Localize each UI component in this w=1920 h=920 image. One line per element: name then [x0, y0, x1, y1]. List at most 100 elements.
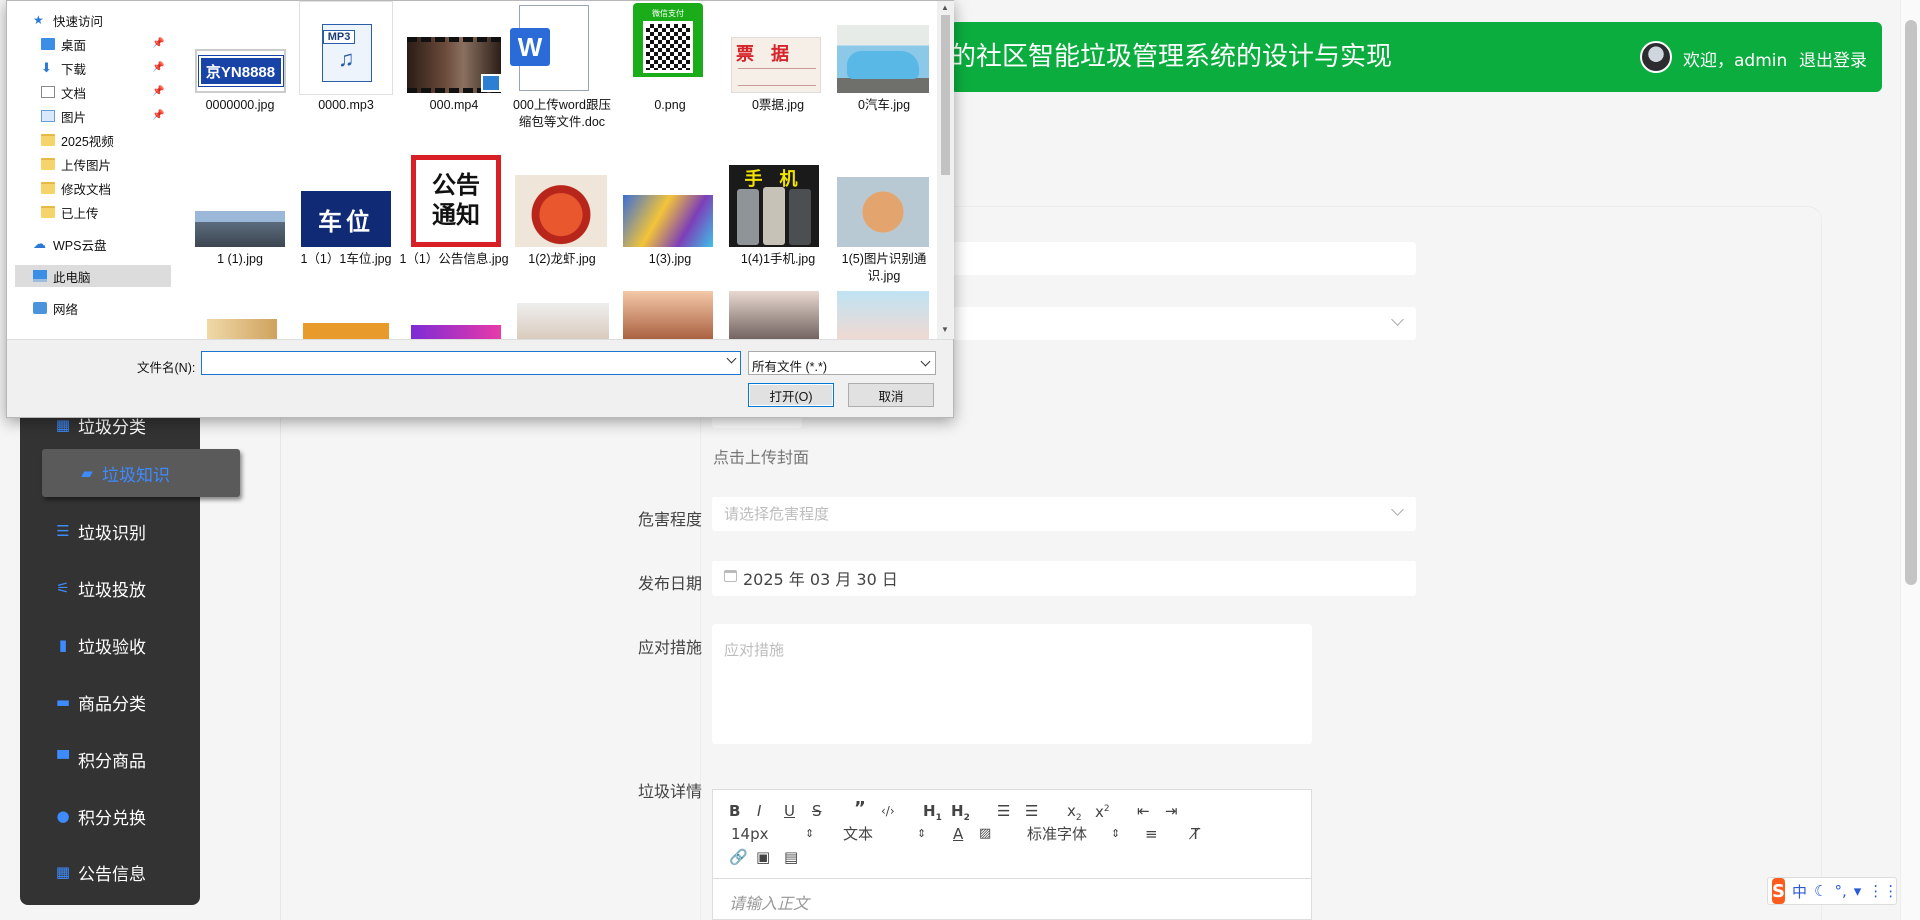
tree-item-folder[interactable]: 2025视频 — [41, 129, 114, 151]
file-thumb-city[interactable] — [195, 211, 285, 247]
file-thumb[interactable] — [729, 291, 819, 339]
ime-lang[interactable]: 中 — [1792, 881, 1807, 902]
upload-cover-text[interactable]: 点击上传封面 — [713, 444, 809, 468]
file-name[interactable]: 1(4)1手机.jpg — [723, 251, 833, 268]
h1-button[interactable]: H1 — [923, 802, 942, 827]
page-scrollbar-thumb[interactable] — [1905, 20, 1917, 585]
tree-item-network[interactable]: 网络 — [33, 297, 78, 319]
rich-text-editor[interactable]: B I U S ” ‹/› H1 H2 ☰ ☰ x2 x2 ⇤ ⇥ 14px ⇕… — [712, 789, 1312, 920]
file-thumb-anime[interactable] — [623, 195, 713, 247]
file-name[interactable]: 0票据.jpg — [723, 97, 833, 114]
outdent-icon[interactable]: ⇤ — [1137, 802, 1150, 820]
punctuation-icon[interactable]: °, — [1834, 882, 1846, 900]
subscript-button[interactable]: x2 — [1067, 802, 1082, 827]
header-type-select[interactable]: 文本 — [843, 825, 873, 843]
file-thumb[interactable] — [517, 303, 609, 339]
file-grid-scrollbar-thumb[interactable] — [941, 15, 950, 175]
file-name[interactable]: 1(5)图片识别通识.jpg — [829, 251, 935, 285]
file-name[interactable]: 1（1）公告信息.jpg — [399, 251, 509, 268]
image-icon[interactable]: ▣ — [756, 848, 770, 866]
file-thumb-plate[interactable]: 京YN8888 — [195, 49, 286, 93]
filename-input[interactable] — [201, 351, 741, 375]
sidebar-item-announcement[interactable]: ▦ 公告信息 — [20, 848, 200, 896]
file-thumb[interactable] — [623, 291, 713, 339]
sidebar-item-product-category[interactable]: ▬ 商品分类 — [20, 678, 200, 726]
file-thumb-video[interactable] — [407, 37, 501, 93]
cancel-button[interactable]: 取消 — [848, 383, 934, 407]
video-icon[interactable]: ▤ — [784, 848, 798, 866]
scroll-down-icon[interactable]: ▼ — [941, 325, 949, 334]
file-grid-scrollbar[interactable]: ▲ ▼ — [937, 1, 954, 339]
page-scrollbar[interactable] — [1900, 0, 1920, 920]
font-color-icon[interactable]: A — [953, 825, 963, 843]
font-size-select[interactable]: 14px — [731, 825, 769, 843]
chevron-down-icon[interactable] — [726, 353, 737, 364]
strike-button[interactable]: S — [812, 802, 822, 820]
file-name[interactable]: 1(3).jpg — [615, 251, 725, 268]
measures-textarea[interactable]: 应对措施 — [712, 624, 1312, 744]
bold-button[interactable]: B — [729, 802, 740, 820]
file-thumb[interactable] — [207, 319, 277, 339]
file-name[interactable]: 1（1）1车位.jpg — [291, 251, 401, 268]
file-thumb-car[interactable] — [837, 25, 929, 93]
file-thumb-dog[interactable] — [837, 177, 929, 247]
pin-icon[interactable]: 📌 — [152, 86, 164, 97]
tree-item-downloads[interactable]: ⬇ 下载 — [41, 57, 86, 79]
hazard-select[interactable]: 请选择危害程度 — [712, 497, 1416, 531]
file-thumb-notice[interactable]: 公告 通知 — [411, 155, 501, 247]
tree-item-desktop[interactable]: 桌面 — [41, 33, 86, 55]
tree-item-folder[interactable]: 修改文档 — [41, 177, 111, 199]
file-thumb[interactable] — [411, 325, 501, 339]
file-thumb[interactable] — [837, 291, 929, 339]
tree-item-documents[interactable]: 文档 — [41, 81, 86, 103]
pin-icon[interactable]: 📌 — [152, 110, 164, 121]
file-name[interactable]: 000上传word跟压缩包等文件.doc — [507, 97, 617, 131]
ordered-list-icon[interactable]: ☰ — [997, 802, 1010, 820]
h2-button[interactable]: H2 — [951, 802, 970, 827]
file-name[interactable]: 0汽车.jpg — [829, 97, 935, 114]
tree-item-quick-access[interactable]: ★ 快速访问 — [33, 9, 103, 31]
tree-item-folder[interactable]: 上传图片 — [41, 153, 111, 175]
tree-item-folder[interactable]: 已上传 — [41, 201, 99, 223]
sidebar-item-trash-knowledge[interactable]: ▰ 垃圾知识 — [42, 449, 240, 497]
underline-button[interactable]: U — [784, 802, 795, 820]
file-thumb-phone[interactable]: 手 机 — [729, 165, 819, 247]
bullet-list-icon[interactable]: ☰ — [1025, 802, 1038, 820]
filetype-select[interactable]: 所有文件 (*.*) — [748, 351, 936, 375]
sidebar-item-points-exchange[interactable]: ● 积分兑换 — [20, 792, 200, 840]
file-name[interactable]: 0000.mp3 — [291, 97, 401, 114]
file-thumb-lobster[interactable] — [515, 175, 607, 247]
avatar[interactable] — [1640, 41, 1672, 73]
clear-format-icon[interactable]: T̸ — [1191, 825, 1200, 843]
file-thumb-receipt[interactable]: 票 据 — [731, 37, 821, 93]
align-icon[interactable]: ≡ — [1145, 825, 1158, 843]
background-color-icon[interactable]: ▨ — [979, 825, 991, 843]
file-name[interactable]: 1(2)龙虾.jpg — [507, 251, 617, 268]
file-thumb-qrcode[interactable]: 微信支付 — [633, 3, 703, 93]
moon-icon[interactable]: ☾ — [1814, 882, 1827, 900]
file-thumb[interactable] — [303, 323, 389, 339]
tree-item-pictures[interactable]: 图片 — [41, 105, 86, 127]
font-family-select[interactable]: 标准字体 — [1027, 825, 1087, 843]
tree-item-this-pc[interactable]: 此电脑 — [15, 265, 171, 287]
link-icon[interactable]: 🔗 — [729, 848, 748, 866]
file-name[interactable]: 1 (1).jpg — [185, 251, 295, 268]
italic-button[interactable]: I — [757, 802, 761, 820]
tree-item-wps-cloud[interactable]: ☁ WPS云盘 — [33, 233, 106, 255]
indent-icon[interactable]: ⇥ — [1165, 802, 1178, 820]
sidebar-item-points-product[interactable]: ▀ 积分商品 — [20, 735, 200, 783]
pin-icon[interactable]: 📌 — [152, 62, 164, 73]
logout-link[interactable]: 退出登录 — [1799, 46, 1867, 71]
sidebar-item-trash-acceptance[interactable]: ▮ 垃圾验收 — [20, 621, 200, 669]
shirt-icon[interactable]: ▾ — [1854, 882, 1862, 900]
code-button[interactable]: ‹/› — [881, 802, 895, 820]
file-name[interactable]: 000.mp4 — [399, 97, 509, 114]
superscript-button[interactable]: x2 — [1095, 800, 1110, 821]
file-name[interactable]: 0.png — [615, 97, 725, 114]
file-thumb-parking[interactable]: 车位 — [301, 191, 391, 247]
ime-toolbar[interactable]: S 中 ☾ °, ▾ ⋮⋮ — [1767, 877, 1898, 905]
file-name[interactable]: 0000000.jpg — [185, 97, 295, 114]
sidebar-item-trash-disposal[interactable]: ⚟ 垃圾投放 — [20, 564, 200, 612]
file-thumb-word[interactable]: W — [510, 5, 589, 91]
grid-icon[interactable]: ⋮⋮ — [1868, 882, 1898, 900]
